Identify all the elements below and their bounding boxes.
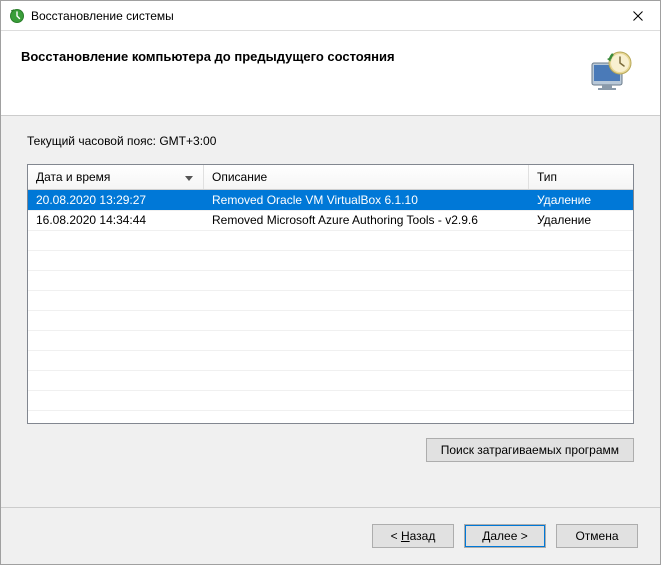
list-rows: 20.08.2020 13:29:27 Removed Oracle VM Vi…: [28, 190, 633, 422]
column-datetime[interactable]: Дата и время: [28, 165, 204, 189]
close-button[interactable]: [618, 2, 658, 30]
column-datetime-label: Дата и время: [36, 170, 110, 184]
restore-icon: [588, 49, 634, 95]
window-title: Восстановление системы: [31, 9, 618, 23]
column-description-label: Описание: [212, 170, 267, 184]
titlebar: Восстановление системы: [1, 1, 660, 31]
wizard-header: Восстановление компьютера до предыдущего…: [1, 31, 660, 105]
column-type[interactable]: Тип: [529, 165, 633, 189]
system-restore-window: Восстановление системы Восстановление ко…: [0, 0, 661, 565]
cell-datetime: 20.08.2020 13:29:27: [28, 193, 204, 207]
next-button[interactable]: Далее >: [464, 524, 546, 548]
table-row[interactable]: 20.08.2020 13:29:27 Removed Oracle VM Vi…: [28, 190, 633, 210]
restore-points-list[interactable]: Дата и время Описание Тип 20.08.2020 13: [27, 164, 634, 424]
scan-row: Поиск затрагиваемых программ: [27, 438, 634, 462]
page-heading: Восстановление компьютера до предыдущего…: [21, 49, 580, 64]
cell-type: Удаление: [529, 193, 633, 207]
cell-type: Удаление: [529, 213, 633, 227]
back-button[interactable]: < Назад: [372, 524, 454, 548]
cell-description: Removed Oracle VM VirtualBox 6.1.10: [204, 193, 529, 207]
close-icon: [633, 11, 643, 21]
content-area: Восстановление компьютера до предыдущего…: [1, 31, 660, 564]
sort-desc-icon: [185, 171, 193, 185]
list-header: Дата и время Описание Тип: [28, 165, 633, 190]
column-description[interactable]: Описание: [204, 165, 529, 189]
app-icon: [9, 8, 25, 24]
cell-datetime: 16.08.2020 14:34:44: [28, 213, 204, 227]
scan-affected-button[interactable]: Поиск затрагиваемых программ: [426, 438, 634, 462]
wizard-footer: < Назад Далее > Отмена: [1, 507, 660, 564]
timezone-label: Текущий часовой пояс: GMT+3:00: [27, 134, 634, 148]
column-type-label: Тип: [537, 170, 557, 184]
table-row[interactable]: 16.08.2020 14:34:44 Removed Microsoft Az…: [28, 210, 633, 230]
cell-description: Removed Microsoft Azure Authoring Tools …: [204, 213, 529, 227]
body-panel: Текущий часовой пояс: GMT+3:00 Дата и вр…: [1, 116, 660, 507]
cancel-button[interactable]: Отмена: [556, 524, 638, 548]
